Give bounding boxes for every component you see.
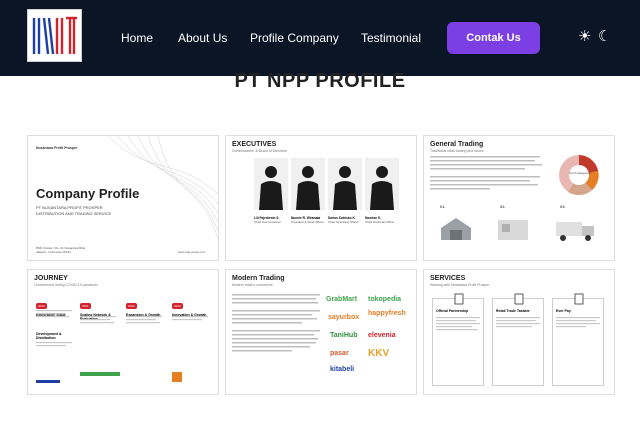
card-subtitle: Working with Nusantara Profit Prosper [430,283,490,287]
executive-role: Chief Commissioner [254,220,282,224]
service-card-2: Retail Trade Taxable [492,293,544,386]
slide-general-trading[interactable]: General Trading Traditional retail tradi… [423,135,615,261]
text-lines [430,156,542,190]
brand-elevenia: elevenia [368,332,396,339]
card-subtitle: Modern retail e-commerce [232,283,273,287]
brand-happyfresh: happyfresh [368,310,406,317]
brand-pasar: pasar [330,350,349,357]
pie-label: Top 5 Categories [569,171,591,175]
card-subtitle: Commissioner & Board of Directors [232,149,287,153]
card-title: General Trading [430,141,484,148]
executive-role: Chief Financial Officer [365,220,395,224]
slide-services[interactable]: SERVICES Working with Nusantara Profit P… [423,269,615,395]
slide-modern-trading[interactable]: Modern Trading Modern retail e-commerce … [225,269,417,395]
nav-home[interactable]: Home [121,31,153,45]
profile-slides-grid: Nusantara Profit Prosper Company Profile… [27,135,616,397]
text-lines [232,294,320,352]
service-card-3: Ever Pay [552,293,604,386]
service-text-lines [496,317,540,328]
slide-journey[interactable]: JOURNEY Commenced during COVID-19 pandem… [27,269,219,395]
wallet-icon [574,293,584,305]
warehouse-truck-icons [441,218,594,241]
journey-timeline: 2020 Exploration Stage 2021 Scaling Netw… [36,294,216,389]
brand-tanihub: TaniHub [330,332,358,339]
card-title: JOURNEY [34,275,68,282]
card-title: EXECUTIVES [232,141,277,148]
card-brand: Nusantara Profit Prosper [36,146,78,150]
card-address2: Jakarta - Indonesia 15143 [36,250,71,254]
nav-about-us[interactable]: About Us [178,31,227,45]
page-title: PT NPP PROFILE [234,70,406,92]
executive-1: Lili Fajerbesin S. Chief Commissioner [254,216,288,224]
service-text-lines [436,317,480,331]
service-title: Ever Pay [556,309,571,313]
card-sub2: DISTRIBUTION AND TRADING SERVICE [36,211,112,216]
moon-icon[interactable]: ☾ [598,28,611,46]
step-3: 03. [560,204,566,209]
service-card-1: Official Partnership [432,293,484,386]
card-subtitle: Commenced during COVID-19 pandemic [34,283,98,287]
card-title: SERVICES [430,275,466,282]
executive-4: Noorlan S. Chief Financial Officer [365,216,399,224]
brand-kitabeli: kitabeli [330,366,355,373]
receipt-icon [514,293,524,305]
step-1: 01. [440,204,446,209]
nav-profile-company[interactable]: Profile Company [250,31,339,45]
nav-links: Home About Us Profile Company Testimonia… [0,31,640,47]
card-title: Modern Trading [232,275,285,282]
executive-2: Nunnie R. Wiranata President & Chief Off… [291,216,325,224]
brand-grabmart: GrabMart [326,296,358,303]
executive-photos [254,158,399,210]
brand-tokopedia: tokopedia [368,296,402,303]
navbar: Home About Us Profile Company Testimonia… [0,0,640,76]
journey-detail-lines [36,310,208,383]
service-title: Official Partnership [436,309,469,313]
document-icon [454,293,464,305]
card-sub1: PT NUSANTARA PROFIT PROSPER [36,205,103,210]
nav-testimonial[interactable]: Testimonial [361,31,421,45]
card-website: www.npp-group.com [178,250,206,254]
sun-icon[interactable]: ☀ [578,28,591,46]
executive-role: President & Chief Officer [291,220,324,224]
service-text-lines [556,317,600,328]
slide-executives[interactable]: EXECUTIVES Commissioner & Board of Direc… [225,135,417,261]
executive-3: Darius Sutrisko K. Chief Operating Offic… [328,216,362,224]
brand-kkv: KKV [368,348,390,359]
card-subtitle: Traditional retail trading and stores [430,149,484,153]
brand-sayurbox: sayurbox [328,314,360,321]
card-title: Company Profile [36,186,140,201]
category-pie-chart [559,155,599,196]
step-2: 02. [500,204,506,209]
executive-role: Chief Operating Officer [328,220,359,224]
slide-company-profile[interactable]: Nusantara Profit Prosper Company Profile… [27,135,219,261]
service-title: Retail Trade Taxable [496,309,530,313]
contact-us-button[interactable]: Contak Us [447,22,540,54]
